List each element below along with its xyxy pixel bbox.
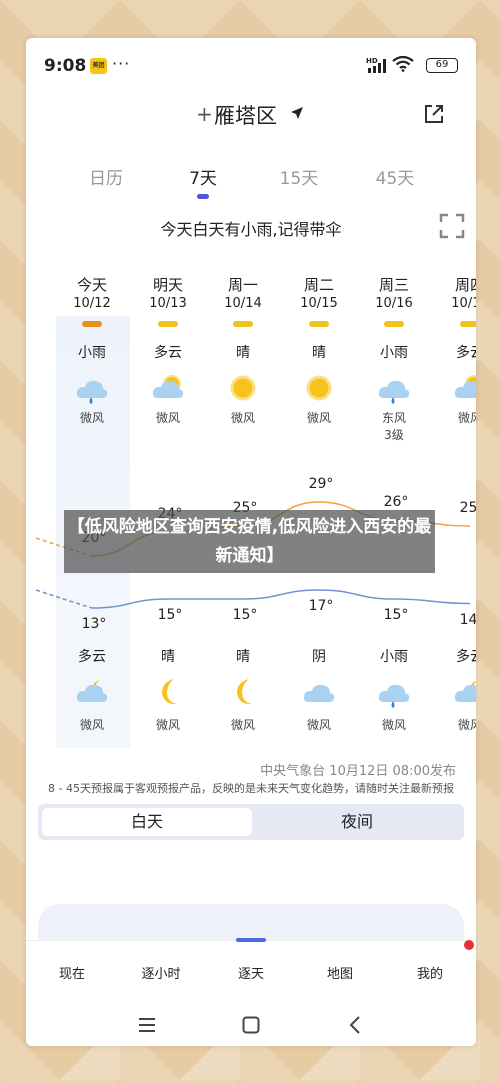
status-time: 9:08: [44, 56, 87, 76]
night-wind-label: 微风: [306, 718, 331, 732]
fullscreen-icon[interactable]: [438, 212, 466, 240]
high-temp-label: 25°: [459, 500, 476, 516]
low-temp-dashed-line: [35, 589, 93, 609]
night-wind-label: 微风: [155, 718, 180, 732]
city-name[interactable]: 雁塔区: [214, 100, 277, 130]
nav-daily[interactable]: 逐天: [238, 963, 264, 982]
bottom-nav: 现在 逐小时 逐天 地图 我的: [26, 938, 476, 1000]
battery-icon: 69: [426, 58, 458, 73]
tab-15days[interactable]: 15天: [280, 164, 319, 189]
add-city-icon[interactable]: +: [196, 102, 213, 126]
rain-icon: [378, 684, 410, 708]
low-temp-label: 15°: [232, 607, 258, 623]
toggle-day[interactable]: 白天: [42, 808, 252, 836]
nav-mine[interactable]: 我的: [417, 963, 443, 982]
forecast-disclaimer: 8 - 45天预报属于客观预报产品，反映的是未来天气变化趋势，请随时关注最新预报: [48, 782, 454, 795]
night-weather-label: 晴: [161, 649, 175, 665]
nav-now[interactable]: 现在: [59, 963, 85, 982]
tab-45days[interactable]: 45天: [376, 164, 415, 189]
header: + 雁塔区: [26, 96, 476, 136]
nav-active-indicator: [236, 938, 266, 942]
night-weather-label: 多云: [456, 649, 476, 665]
night-weather-label: 阴: [312, 649, 326, 665]
nav-map[interactable]: 地图: [327, 963, 353, 982]
day-night-toggle: 白天 夜间: [38, 804, 464, 840]
moon-icon: [237, 679, 252, 705]
meituan-badge-icon: 美团: [90, 58, 107, 74]
share-icon[interactable]: [422, 102, 446, 126]
moon-icon: [162, 679, 177, 705]
night-column[interactable]: 多云微风: [54, 628, 130, 788]
forecast-tabs: 日历 7天 15天 45天: [26, 164, 476, 204]
svg-text:HD: HD: [366, 57, 378, 65]
signal-icon: HD: [366, 57, 386, 73]
night-weather-label: 晴: [236, 649, 250, 665]
tab-calendar[interactable]: 日历: [89, 164, 123, 189]
home-icon[interactable]: [242, 1016, 260, 1034]
location-arrow-icon: [291, 107, 303, 119]
night-wind-label: 微风: [79, 718, 104, 732]
toggle-night[interactable]: 夜间: [252, 808, 462, 836]
back-icon[interactable]: [346, 1016, 364, 1034]
active-tab-indicator: [197, 194, 209, 199]
tab-7days[interactable]: 7天: [189, 164, 217, 189]
system-nav: [26, 1006, 476, 1046]
night-wind-label: 微风: [230, 718, 255, 732]
cloud-moon-icon: [454, 680, 476, 702]
night-weather-label: 多云: [78, 649, 106, 665]
low-temp-label: 17°: [308, 598, 334, 614]
cloud-moon-icon: [76, 680, 108, 702]
night-weather-label: 小雨: [380, 649, 408, 665]
night-column[interactable]: 晴微风: [130, 628, 206, 788]
night-wind-label: 微风: [381, 718, 406, 732]
forecast-source: 中央气象台 10月12日 08:00发布: [260, 764, 456, 779]
high-temp-label: 29°: [308, 476, 334, 492]
more-notifications-icon: ···: [112, 54, 131, 73]
weather-summary: 今天白天有小雨,记得带伞: [160, 220, 342, 239]
cloud-icon: [303, 684, 335, 702]
low-temp-label: 14°: [459, 611, 476, 628]
menu-icon[interactable]: [138, 1016, 156, 1034]
notification-dot: [464, 940, 474, 950]
low-temp-label: 15°: [383, 607, 409, 623]
nav-hourly[interactable]: 逐小时: [141, 963, 180, 982]
news-banner[interactable]: 【低风险地区查询西安疫情,低风险进入西安的最新通知】: [64, 510, 435, 573]
high-temp-label: 26°: [383, 494, 409, 510]
wifi-icon: [392, 56, 414, 72]
low-temp-label: 15°: [157, 607, 183, 623]
night-wind-label: 微风: [457, 718, 476, 732]
status-bar: 9:08 美团 ··· HD 69: [26, 38, 476, 94]
low-temp-line: [91, 589, 471, 609]
